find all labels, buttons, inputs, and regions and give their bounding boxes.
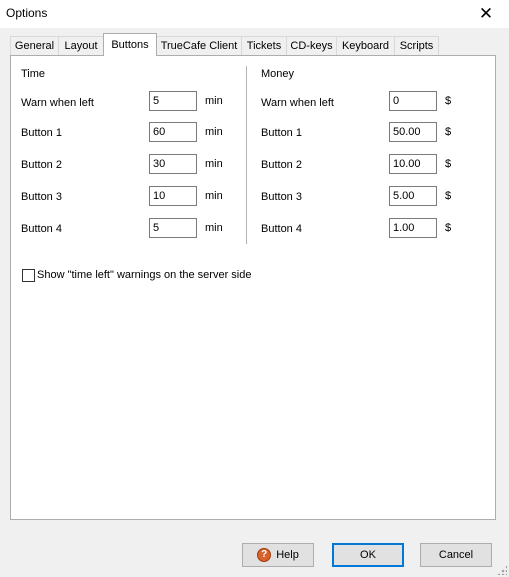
time-button2-input[interactable] [149,154,197,174]
money-section-header: Money [261,68,295,80]
money-button2-input[interactable] [389,154,437,174]
money-button3-unit: $ [445,190,452,202]
tab-layout[interactable]: Layout [58,36,104,55]
money-button3-label: Button 3 [261,191,302,203]
close-icon: ✕ [478,4,494,23]
money-button2-label: Button 2 [261,159,302,171]
money-button1-label: Button 1 [261,127,302,139]
time-button4-unit: min [205,222,223,234]
cancel-button[interactable]: Cancel [420,543,492,567]
resize-grip[interactable] [497,565,507,575]
money-button1-unit: $ [445,126,452,138]
tab-tickets[interactable]: Tickets [241,36,287,55]
cancel-button-label: Cancel [438,549,474,561]
money-warn-unit: $ [445,95,452,107]
close-button[interactable]: ✕ [463,0,509,28]
time-button3-label: Button 3 [21,191,62,203]
buttons-tab-panel: Time Warn when left min Button 1 min But… [10,55,496,520]
time-section-header: Time [21,68,46,80]
help-icon: ? [257,548,272,562]
time-warn-unit: min [205,95,223,107]
money-warn-input[interactable] [389,91,437,111]
tab-keyboard[interactable]: Keyboard [336,36,395,55]
tab-general[interactable]: General [10,36,59,55]
server-warnings-checkbox[interactable] [22,269,35,282]
time-button2-label: Button 2 [21,159,62,171]
money-button4-label: Button 4 [261,223,302,235]
help-button-label: Help [276,549,299,561]
title-bar: Options ✕ [0,0,509,28]
window-title: Options [6,6,48,20]
tab-buttons[interactable]: Buttons [103,33,157,56]
time-button4-input[interactable] [149,218,197,238]
time-warn-label: Warn when left [21,97,94,109]
tab-truecafe-client[interactable]: TrueCafe Client [156,36,242,55]
money-button1-input[interactable] [389,122,437,142]
server-warnings-label[interactable]: Show "time left" warnings on the server … [37,269,251,281]
ok-button[interactable]: OK [332,543,404,567]
column-divider [246,66,247,244]
money-button4-input[interactable] [389,218,437,238]
time-button1-input[interactable] [149,122,197,142]
time-button1-unit: min [205,126,223,138]
time-button3-input[interactable] [149,186,197,206]
time-button4-label: Button 4 [21,223,62,235]
time-warn-input[interactable] [149,91,197,111]
ok-button-label: OK [360,549,376,561]
tab-cd-keys[interactable]: CD-keys [286,36,337,55]
help-button[interactable]: ? Help [242,543,314,567]
time-button1-label: Button 1 [21,127,62,139]
money-button4-unit: $ [445,222,452,234]
tab-scripts[interactable]: Scripts [394,36,439,55]
time-button2-unit: min [205,158,223,170]
time-button3-unit: min [205,190,223,202]
money-warn-label: Warn when left [261,97,334,109]
money-button2-unit: $ [445,158,452,170]
money-button3-input[interactable] [389,186,437,206]
